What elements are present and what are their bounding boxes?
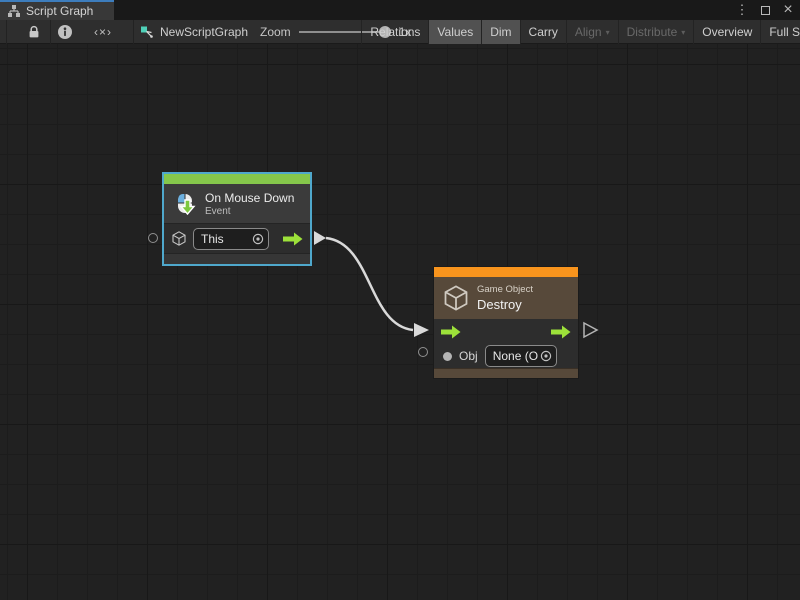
node-port-row: Obj None (O	[434, 344, 578, 368]
zoom-label: Zoom	[260, 25, 291, 39]
close-icon[interactable]: ×	[780, 2, 796, 18]
tab-script-graph[interactable]: Script Graph	[0, 0, 114, 20]
chevron-down-icon: ▾	[681, 28, 685, 37]
wire-arrowhead	[414, 323, 429, 337]
node-destroy[interactable]: Game Object Destroy Obj None (O	[433, 266, 579, 379]
mouse-down-icon	[172, 191, 198, 217]
obj-input-field[interactable]: None (O	[485, 345, 557, 367]
graph-toolbar: ‹×› NewScriptGraph Zoom 1x Relations Val…	[0, 20, 800, 44]
relations-button[interactable]: Relations	[361, 20, 428, 44]
game-object-cube-icon	[442, 283, 470, 313]
distribute-button[interactable]: Distribute ▾	[618, 20, 694, 44]
value-input-port[interactable]	[148, 233, 158, 243]
node-footer	[164, 253, 310, 264]
menu-icon[interactable]: ⋮	[734, 2, 750, 18]
node-accent-strip	[164, 174, 310, 184]
node-on-mouse-down[interactable]: On Mouse Down Event This	[163, 173, 311, 265]
trigger-output-arrow-icon[interactable]	[283, 232, 303, 246]
graph-name: NewScriptGraph	[160, 25, 248, 39]
overview-button[interactable]: Overview	[693, 20, 760, 44]
lock-button[interactable]	[20, 20, 48, 44]
node-category: Game Object	[477, 284, 533, 295]
trigger-input-arrow-icon[interactable]	[441, 325, 461, 339]
carry-button[interactable]: Carry	[520, 20, 566, 44]
toolbar-separator	[133, 20, 134, 44]
object-picker-icon[interactable]	[540, 350, 552, 362]
values-button[interactable]: Values	[428, 20, 481, 44]
graph-canvas[interactable]: On Mouse Down Event This	[0, 44, 800, 600]
chevron-down-icon: ▾	[606, 28, 610, 37]
target-input-field[interactable]: This	[193, 228, 269, 250]
trigger-output-arrow-icon[interactable]	[551, 325, 571, 339]
dim-button[interactable]: Dim	[481, 20, 519, 44]
code-preview-button[interactable]: ‹×›	[78, 20, 128, 44]
node-accent-strip	[434, 267, 578, 277]
node-title: On Mouse Down	[205, 191, 294, 205]
tab-bar: Script Graph ⋮ ×	[0, 0, 800, 20]
obj-port-label: Obj	[459, 349, 478, 363]
node-footer	[434, 368, 578, 378]
graph-icon	[140, 25, 154, 39]
node-title: Destroy	[477, 297, 533, 312]
fullscreen-button[interactable]: Full S	[760, 20, 800, 44]
toolbar-buttons: Relations Values Dim Carry Align ▾ Distr…	[361, 20, 800, 44]
object-picker-icon[interactable]	[252, 233, 264, 245]
node-header[interactable]: On Mouse Down Event	[164, 184, 310, 223]
toolbar-separator	[6, 20, 7, 44]
value-input-port[interactable]	[418, 347, 428, 357]
angle-brackets-icon: ‹×›	[94, 25, 112, 39]
script-graph-window: Script Graph ⋮ × ‹×›	[0, 0, 800, 600]
node-subtitle: Event	[205, 206, 294, 217]
trigger-out-port-connected	[314, 231, 326, 245]
script-graph-icon	[7, 4, 21, 18]
node-header[interactable]: Game Object Destroy	[434, 277, 578, 319]
toolbar-separator	[50, 20, 51, 44]
align-button[interactable]: Align ▾	[566, 20, 618, 44]
connection-wire	[0, 44, 800, 600]
game-object-cube-icon	[171, 230, 187, 247]
window-controls: ⋮ ×	[734, 0, 796, 20]
node-port-row: This	[164, 223, 310, 253]
info-icon	[57, 24, 73, 40]
trigger-out-port-unconnected	[584, 323, 597, 337]
info-button[interactable]	[52, 20, 78, 44]
graph-name-breadcrumb[interactable]: NewScriptGraph	[140, 20, 248, 44]
node-trigger-row	[434, 319, 578, 344]
value-port-dot[interactable]	[443, 352, 452, 361]
maximize-icon[interactable]	[757, 2, 773, 18]
tab-title: Script Graph	[26, 4, 93, 18]
lock-icon	[27, 24, 41, 40]
